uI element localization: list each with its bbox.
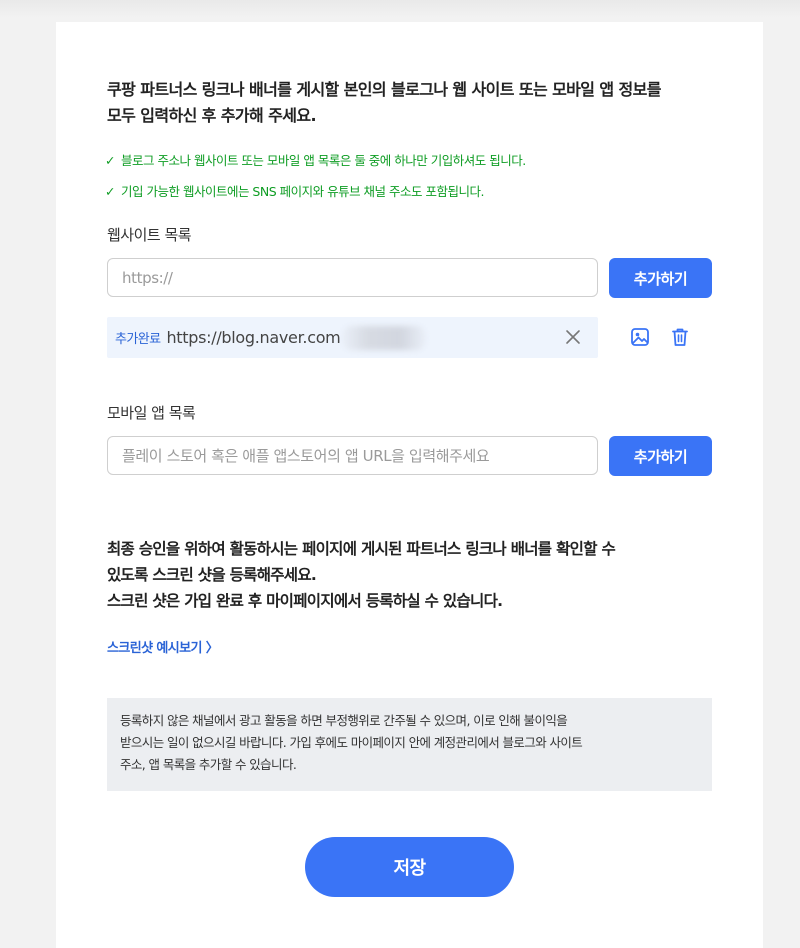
guide-line-1: 최종 승인을 위하여 활동하시는 페이지에 게시된 파트너스 링크나 배너를 확… bbox=[107, 540, 616, 558]
redacted-url-blur bbox=[342, 325, 427, 350]
screenshot-guide-text: 최종 승인을 위하여 활동하시는 페이지에 게시된 파트너스 링크나 배너를 확… bbox=[107, 536, 707, 614]
image-icon[interactable] bbox=[629, 326, 651, 348]
mobile-app-section-label: 모바일 앱 목록 bbox=[107, 404, 196, 422]
intro-text: 쿠팡 파트너스 링크나 배너를 게시할 본인의 블로그나 웹 사이트 또는 모바… bbox=[107, 77, 717, 129]
intro-line-2: 모두 입력하신 후 추가해 주세요. bbox=[107, 106, 317, 125]
website-section-label: 웹사이트 목록 bbox=[107, 226, 192, 244]
screenshot-preview-link[interactable]: 스크린샷 예시보기 〉 bbox=[107, 637, 219, 656]
check-icon: ✓ bbox=[105, 184, 115, 199]
add-mobile-app-button[interactable]: 추가하기 bbox=[609, 436, 712, 476]
notice-line-1: 등록하지 않은 채널에서 광고 활동을 하면 부정행위로 간주될 수 있으며, … bbox=[120, 713, 568, 728]
save-button[interactable]: 저장 bbox=[305, 837, 514, 897]
added-website-item: 추가완료 https://blog.naver.com bbox=[107, 317, 598, 358]
guide-line-2: 있도록 스크린 샷을 등록해주세요. bbox=[107, 566, 317, 584]
intro-line-1: 쿠팡 파트너스 링크나 배너를 게시할 본인의 블로그나 웹 사이트 또는 모바… bbox=[107, 80, 661, 99]
mobile-app-url-input[interactable] bbox=[107, 436, 598, 475]
check-note-text: 기입 가능한 웹사이트에는 SNS 페이지와 유튜브 채널 주소도 포함됩니다. bbox=[121, 184, 484, 199]
added-status-badge: 추가완료 bbox=[115, 332, 161, 347]
trash-icon[interactable] bbox=[669, 326, 691, 348]
notice-box: 등록하지 않은 채널에서 광고 활동을 하면 부정행위로 간주될 수 있으며, … bbox=[107, 698, 712, 791]
check-icon: ✓ bbox=[105, 153, 115, 168]
check-note-2: ✓ 기입 가능한 웹사이트에는 SNS 페이지와 유튜브 채널 주소도 포함됩니다… bbox=[105, 181, 484, 200]
check-note-1: ✓ 블로그 주소나 웹사이트 또는 모바일 앱 목록은 둘 중에 하나만 기입하셔… bbox=[105, 150, 526, 169]
check-note-text: 블로그 주소나 웹사이트 또는 모바일 앱 목록은 둘 중에 하나만 기입하셔도… bbox=[121, 153, 526, 168]
added-website-url: https://blog.naver.com bbox=[166, 328, 341, 347]
signup-card: 쿠팡 파트너스 링크나 배너를 게시할 본인의 블로그나 웹 사이트 또는 모바… bbox=[56, 22, 763, 948]
add-website-button[interactable]: 추가하기 bbox=[609, 258, 712, 298]
notice-line-3: 주소, 앱 목록을 추가할 수 있습니다. bbox=[120, 757, 297, 772]
website-url-input[interactable] bbox=[107, 258, 598, 297]
top-shadow bbox=[0, 0, 800, 18]
guide-line-3: 스크린 샷은 가입 완료 후 마이페이지에서 등록하실 수 있습니다. bbox=[107, 592, 503, 610]
close-icon[interactable] bbox=[564, 328, 582, 346]
notice-line-2: 받으시는 일이 없으시길 바랍니다. 가입 후에도 마이페이지 안에 계정관리에… bbox=[120, 735, 583, 750]
